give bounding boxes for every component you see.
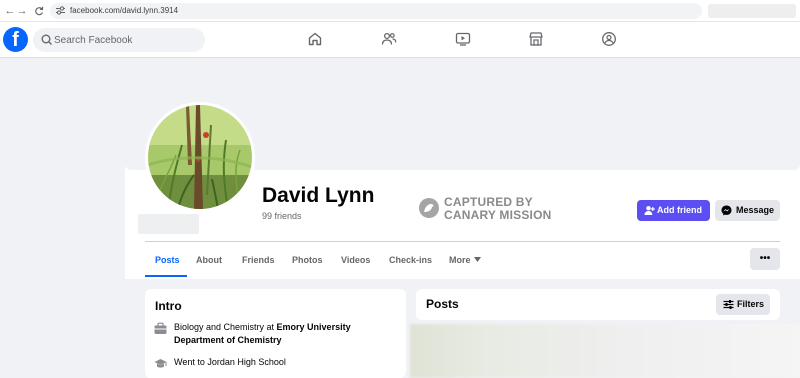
friends-count-link[interactable]: 99 friends	[262, 211, 302, 221]
chevron-down-icon[interactable]	[474, 257, 481, 262]
facebook-logo[interactable]: f	[3, 27, 28, 52]
friends-icon[interactable]	[381, 31, 397, 47]
high-school-text: Went to Jordan High School	[174, 357, 286, 367]
watermark-line-2: CANARY MISSION	[444, 208, 552, 222]
tab-friends[interactable]: Friends	[242, 255, 275, 265]
intro-card: Intro Biology and Chemistry at Emory Uni…	[145, 289, 406, 378]
forward-arrow-icon[interactable]: →	[14, 3, 30, 19]
search-icon	[41, 34, 52, 45]
filters-icon	[723, 300, 734, 309]
home-icon[interactable]	[307, 31, 323, 47]
facebook-top-nav: f	[0, 22, 800, 58]
tab-more[interactable]: More	[449, 255, 471, 265]
profile-header: David Lynn 99 friends CAPTURED BY CANARY…	[125, 58, 800, 279]
education-school-link[interactable]: Emory University	[277, 322, 351, 332]
intro-high-school: Went to Jordan High School	[154, 356, 399, 370]
profile-picture[interactable]	[145, 102, 255, 212]
posts-title: Posts	[426, 297, 459, 311]
add-friend-button[interactable]: Add friend	[637, 200, 710, 221]
address-bar[interactable]: facebook.com/david.lynn.3914	[50, 3, 702, 19]
tab-check-ins[interactable]: Check-ins	[389, 255, 432, 265]
canary-mission-watermark: CAPTURED BY CANARY MISSION	[419, 196, 559, 222]
education-prefix: Biology and Chemistry at	[174, 322, 277, 332]
video-icon[interactable]	[455, 31, 471, 47]
add-friend-label: Add friend	[657, 205, 702, 215]
posts-card: Posts Filters	[416, 289, 780, 320]
address-url: facebook.com/david.lynn.3914	[70, 6, 179, 15]
add-friend-icon	[644, 206, 655, 215]
gaming-icon[interactable]	[601, 31, 617, 47]
search-input[interactable]	[54, 28, 199, 52]
profile-name: David Lynn	[262, 184, 375, 207]
more-options-button[interactable]: •••	[750, 248, 780, 270]
reload-icon[interactable]	[31, 3, 47, 19]
site-settings-icon[interactable]	[56, 4, 65, 20]
graduation-cap-icon	[154, 359, 167, 368]
tab-photos[interactable]: Photos	[292, 255, 323, 265]
intro-education: Biology and Chemistry at Emory Universit…	[154, 321, 399, 347]
briefcase-icon	[154, 322, 167, 334]
browser-toolbar: ← → facebook.com/david.lynn.3914	[0, 0, 800, 22]
tab-posts[interactable]: Posts	[155, 255, 180, 265]
profile-photo-image	[148, 105, 252, 209]
divider	[145, 241, 780, 242]
canary-bird-icon	[419, 198, 439, 218]
blurred-region	[138, 214, 199, 234]
marketplace-icon[interactable]	[528, 31, 544, 47]
filters-label: Filters	[737, 299, 765, 309]
messenger-icon	[721, 205, 732, 216]
filters-button[interactable]: Filters	[716, 294, 770, 315]
tab-about[interactable]: About	[196, 255, 222, 265]
message-button[interactable]: Message	[715, 200, 780, 221]
education-department-link[interactable]: Department of Chemistry	[174, 335, 282, 345]
intro-title: Intro	[155, 299, 182, 313]
message-label: Message	[736, 205, 775, 215]
active-tab-indicator	[145, 275, 187, 277]
tab-videos[interactable]: Videos	[341, 255, 370, 265]
search-box[interactable]	[33, 28, 205, 52]
blurred-region	[708, 4, 796, 18]
blurred-post-preview	[410, 324, 800, 378]
